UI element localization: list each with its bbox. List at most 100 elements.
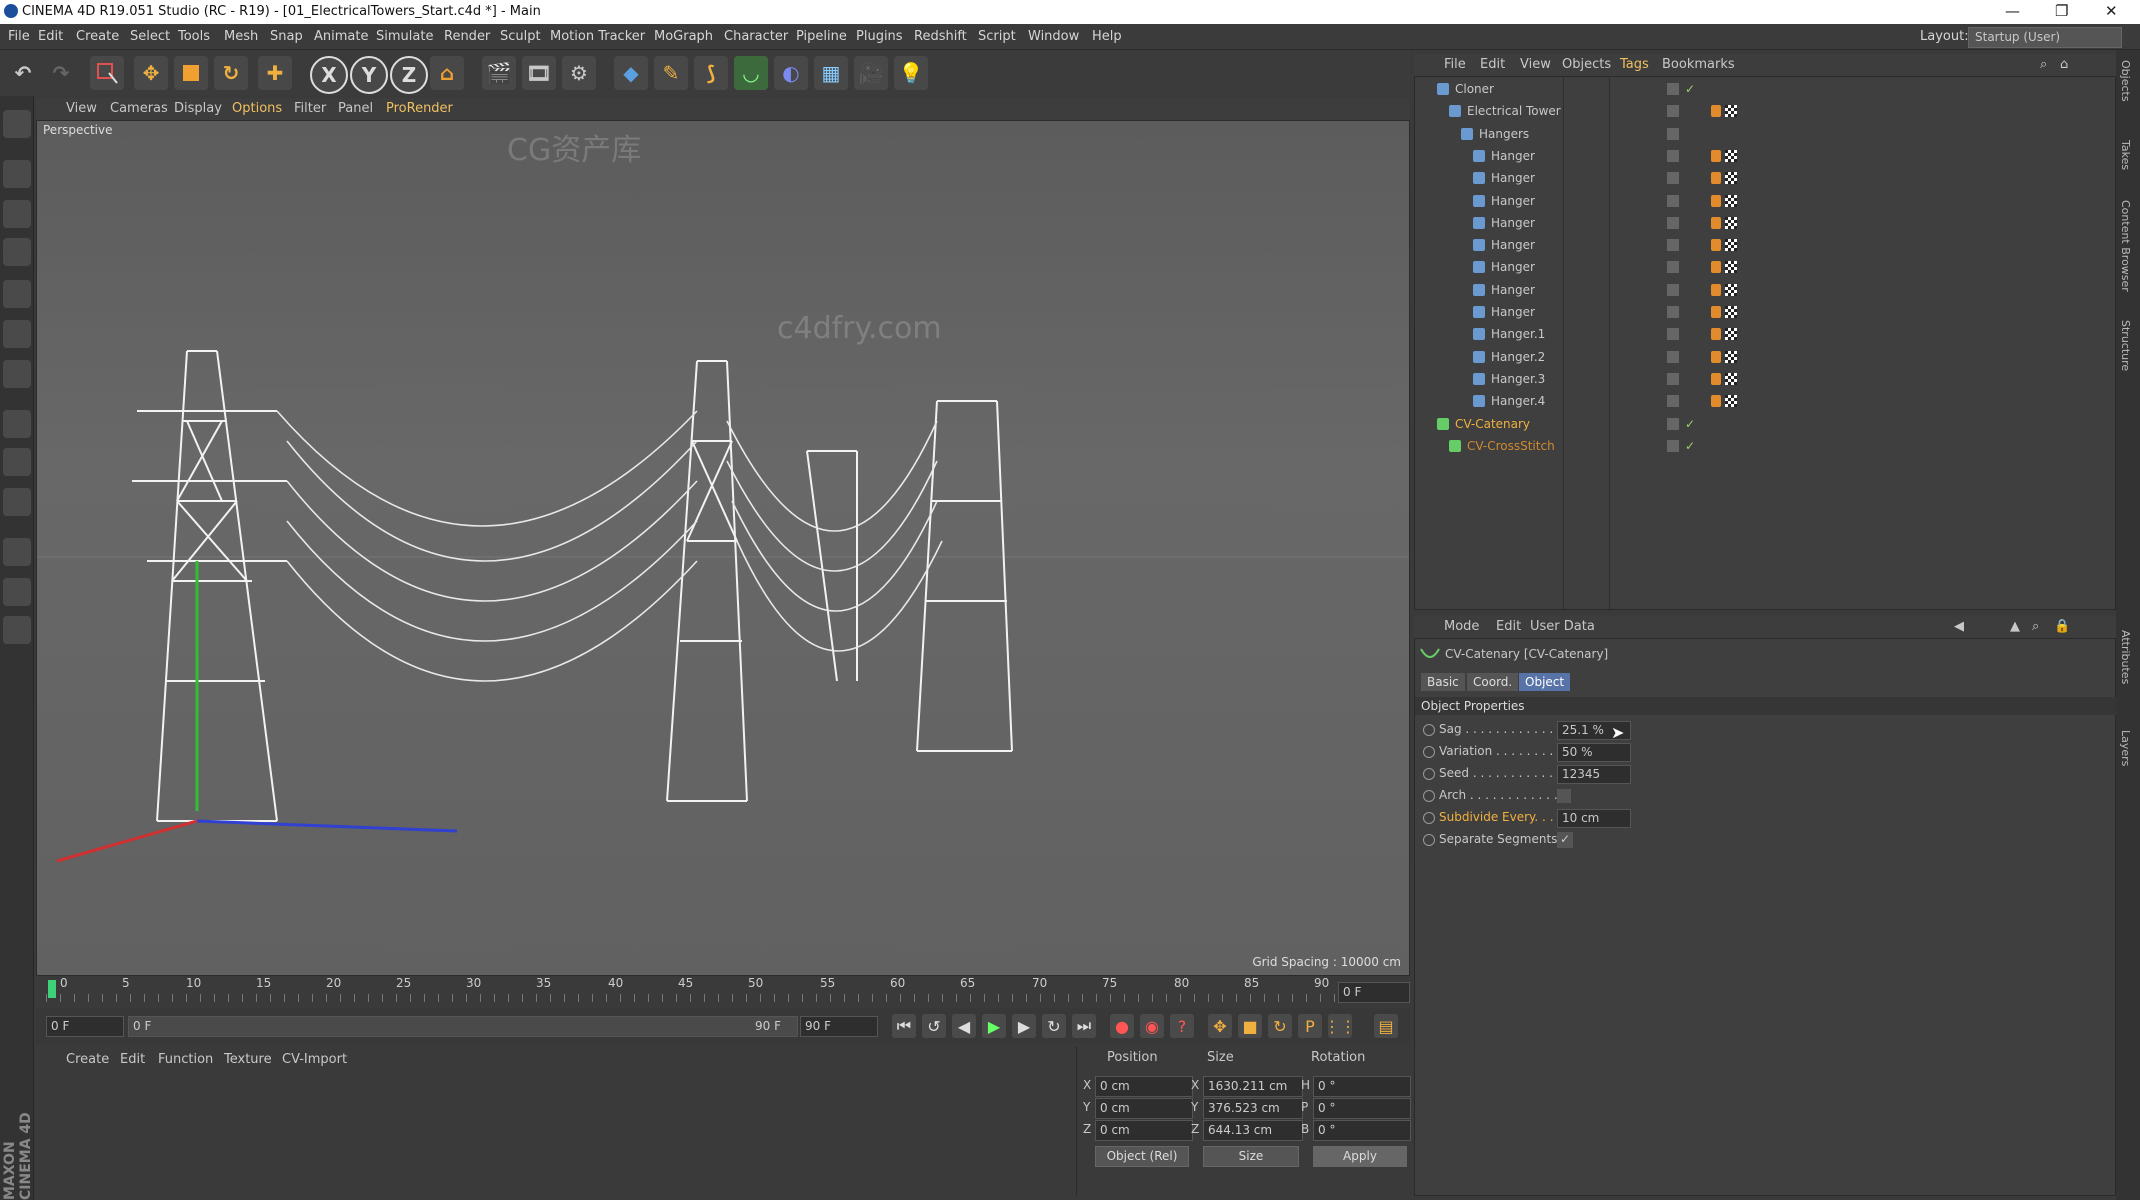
layout-select[interactable]: Startup (User) <box>1968 27 2122 48</box>
layer-square-icon[interactable] <box>1667 306 1679 318</box>
menu-plugins[interactable]: Plugins <box>856 29 903 44</box>
close-icon[interactable]: ✕ <box>2105 2 2118 20</box>
enabled-check-icon[interactable]: ✓ <box>1685 417 1695 431</box>
x-axis-lock-icon[interactable]: X <box>310 56 348 94</box>
cube-icon[interactable]: ◆ <box>614 56 648 90</box>
menu-mesh[interactable]: Mesh <box>224 29 258 44</box>
tab-basic[interactable]: Basic <box>1421 673 1465 691</box>
object-row[interactable]: CV-CrossStitch ✓ <box>1415 436 2117 458</box>
compositing-tag-icon[interactable] <box>1711 149 1721 162</box>
menu-simulate[interactable]: Simulate <box>376 29 433 44</box>
compositing-tag-icon[interactable] <box>1711 261 1721 274</box>
side-tab-attributes[interactable]: Attributes <box>2119 630 2132 684</box>
menu-sculpt[interactable]: Sculpt <box>500 29 541 44</box>
layer-square-icon[interactable] <box>1667 439 1679 452</box>
object-row[interactable]: Hanger.2 <box>1415 347 2117 369</box>
keyframe-selection-icon[interactable]: ? <box>1170 1014 1194 1038</box>
model-mode-icon[interactable] <box>3 160 31 188</box>
mat-menu-texture[interactable]: Texture <box>224 1052 272 1067</box>
om-menu-tags[interactable]: Tags <box>1620 57 1649 72</box>
om-menu-objects[interactable]: Objects <box>1562 57 1611 72</box>
mat-menu-cv-import[interactable]: CV-Import <box>282 1052 347 1067</box>
material-tag-icon[interactable] <box>1725 172 1737 185</box>
layer-square-icon[interactable] <box>1667 350 1679 363</box>
material-tag-icon[interactable] <box>1725 149 1737 162</box>
om-menu-file[interactable]: File <box>1444 57 1466 72</box>
quantize-icon[interactable] <box>3 616 31 644</box>
position-y-field[interactable]: 0 cm <box>1095 1098 1193 1119</box>
layer-square-icon[interactable] <box>1667 239 1679 252</box>
compositing-tag-icon[interactable] <box>1711 239 1721 252</box>
compositing-tag-icon[interactable] <box>1711 328 1721 341</box>
compositing-tag-icon[interactable] <box>1711 194 1721 207</box>
edges-mode-icon[interactable] <box>3 320 31 348</box>
material-tag-icon[interactable] <box>1725 105 1737 118</box>
camera-icon[interactable]: 🎥 <box>854 56 888 90</box>
layer-square-icon[interactable] <box>1667 372 1679 385</box>
layer-square-icon[interactable] <box>1667 194 1679 207</box>
menu-snap[interactable]: Snap <box>270 29 303 44</box>
vp-menu-cameras[interactable]: Cameras <box>110 101 168 116</box>
object-row[interactable]: Hanger <box>1415 146 2117 168</box>
vp-menu-options[interactable]: Options <box>232 101 282 116</box>
om-search-icon[interactable]: ⌕ <box>2040 57 2047 72</box>
om-menu-bookmarks[interactable]: Bookmarks <box>1662 57 1735 72</box>
snap-icon[interactable] <box>3 538 31 566</box>
key-rotation-icon[interactable]: ↻ <box>1268 1014 1292 1038</box>
anim-dot-icon[interactable] <box>1423 746 1435 758</box>
side-tab-structure[interactable]: Structure <box>2119 320 2132 371</box>
tab-object[interactable]: Object <box>1519 673 1571 691</box>
menu-animate[interactable]: Animate <box>314 29 368 44</box>
compositing-tag-icon[interactable] <box>1711 372 1721 385</box>
start-frame-field[interactable]: 0 F <box>46 1016 124 1037</box>
menu-render[interactable]: Render <box>444 29 490 44</box>
key-pla-icon[interactable]: ⋮⋮ <box>1324 1014 1356 1038</box>
compositing-tag-icon[interactable] <box>1711 306 1721 318</box>
anim-dot-icon[interactable] <box>1423 834 1435 846</box>
object-row[interactable]: Hanger <box>1415 280 2117 302</box>
material-tag-icon[interactable] <box>1725 216 1737 229</box>
anim-dot-icon[interactable] <box>1423 790 1435 802</box>
menu-mograph[interactable]: MoGraph <box>654 29 713 44</box>
timeline-scheme-icon[interactable]: ▤ <box>1374 1014 1398 1038</box>
current-frame-field[interactable]: 0 F <box>1338 982 1410 1003</box>
mat-menu-edit[interactable]: Edit <box>120 1052 145 1067</box>
range-slider[interactable]: 0 F 90 F <box>128 1016 798 1037</box>
key-position-icon[interactable]: ✥ <box>1208 1014 1232 1038</box>
menu-help[interactable]: Help <box>1092 29 1122 44</box>
perspective-viewport[interactable]: Perspective Grid Spacing: 10000 cm c4df… <box>36 120 1410 976</box>
live-selection-icon[interactable] <box>90 56 124 90</box>
coordinate-system-icon[interactable]: ⌂ <box>430 56 464 90</box>
layer-square-icon[interactable] <box>1667 328 1679 341</box>
spline-generator-icon[interactable]: ◡ <box>734 56 768 90</box>
om-menu-edit[interactable]: Edit <box>1480 57 1505 72</box>
floor-icon[interactable]: ▦ <box>814 56 848 90</box>
make-editable-icon[interactable] <box>3 110 31 138</box>
object-row[interactable]: Electrical Tower <box>1415 101 2117 123</box>
menu-create[interactable]: Create <box>76 29 119 44</box>
up-arrow-icon[interactable]: ▲ <box>2010 619 2020 634</box>
material-tag-icon[interactable] <box>1725 306 1737 318</box>
lock-icon[interactable]: 🔒 <box>2054 619 2070 634</box>
menu-redshift[interactable]: Redshift <box>914 29 967 44</box>
size-x-field[interactable]: 1630.211 cm <box>1203 1076 1303 1097</box>
attr-search-icon[interactable]: ⌕ <box>2032 619 2039 634</box>
material-tag-icon[interactable] <box>1725 194 1737 207</box>
pen-icon[interactable]: ✎ <box>654 56 688 90</box>
menu-character[interactable]: Character <box>724 29 788 44</box>
object-row[interactable]: Hanger.3 <box>1415 369 2117 391</box>
menu-edit[interactable]: Edit <box>38 29 63 44</box>
anim-dot-icon[interactable] <box>1423 724 1435 736</box>
vp-menu-view[interactable]: View <box>66 101 97 116</box>
subdivision-icon[interactable]: ⟆ <box>694 56 728 90</box>
redo-icon[interactable]: ↷ <box>44 56 78 90</box>
material-tag-icon[interactable] <box>1725 395 1737 408</box>
material-tag-icon[interactable] <box>1725 350 1737 363</box>
attr-menu-user-data[interactable]: User Data <box>1530 619 1595 634</box>
solo-icon[interactable] <box>3 488 31 516</box>
compositing-tag-icon[interactable] <box>1711 172 1721 185</box>
layer-square-icon[interactable] <box>1667 261 1679 274</box>
maximize-icon[interactable]: ❐ <box>2055 2 2068 20</box>
size-y-field[interactable]: 376.523 cm <box>1203 1098 1303 1119</box>
compositing-tag-icon[interactable] <box>1711 283 1721 296</box>
